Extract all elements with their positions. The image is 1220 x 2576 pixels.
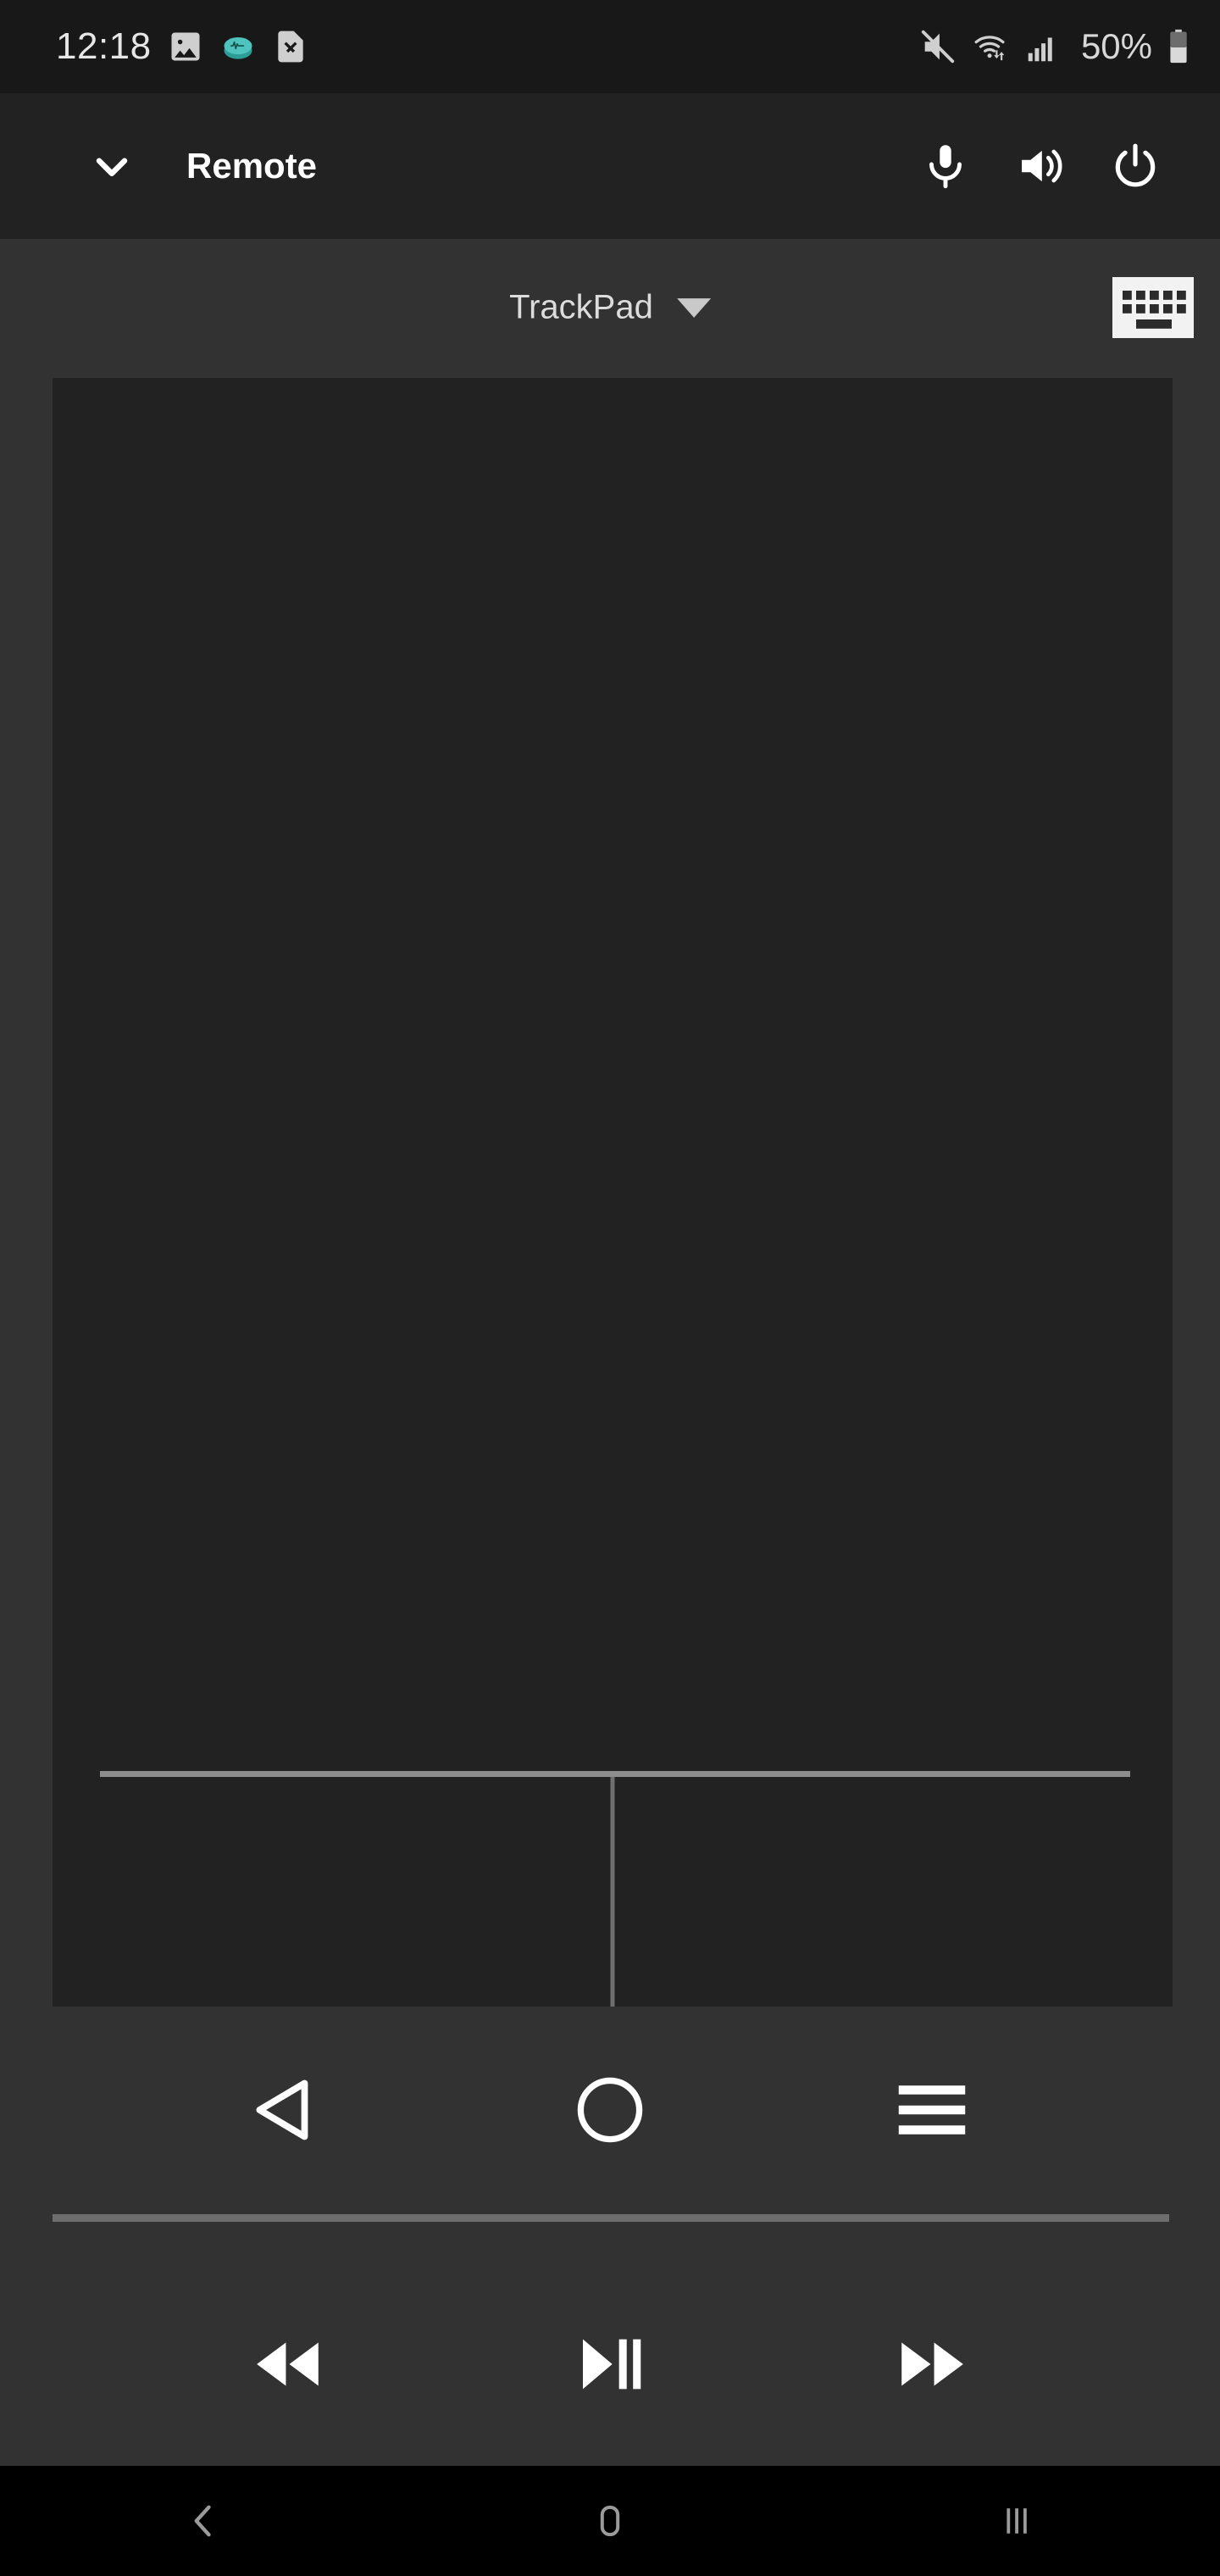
mode-dropdown[interactable]: TrackPad xyxy=(509,289,711,327)
three-bars-icon xyxy=(1006,2508,1027,2534)
status-bar-clock: 12:18 xyxy=(56,25,152,67)
media-controls xyxy=(0,2288,1220,2440)
play-pause-icon xyxy=(583,2339,641,2390)
rounded-square-icon xyxy=(600,2506,620,2536)
mode-row: TrackPad xyxy=(0,239,1220,376)
hamburger-menu-icon xyxy=(898,2085,966,2135)
back-triangle-icon xyxy=(256,2079,308,2140)
status-bar: 12:18 50% xyxy=(0,0,1220,93)
play-pause-button[interactable] xyxy=(546,2301,674,2428)
page-title: Remote xyxy=(186,146,318,186)
app-bar: Remote xyxy=(0,93,1220,239)
navigation-controls xyxy=(0,2034,1220,2186)
trackpad-panel xyxy=(53,378,1173,2007)
chevron-left-icon xyxy=(194,2505,211,2537)
system-home-button[interactable] xyxy=(542,2466,678,2576)
system-navigation-bar xyxy=(0,2466,1220,2576)
collapse-button[interactable] xyxy=(81,136,142,197)
volume-button[interactable] xyxy=(993,119,1088,214)
battery-percent-label: 50% xyxy=(1080,26,1152,66)
volume-up-icon xyxy=(1022,149,1062,183)
signal-bars-icon xyxy=(1028,37,1052,62)
rewind-icon xyxy=(257,2342,319,2386)
caret-down-icon xyxy=(676,297,711,318)
power-icon xyxy=(1115,143,1156,187)
trackpad-horizontal-divider xyxy=(100,1771,1130,1777)
fast-forward-button[interactable] xyxy=(868,2301,995,2428)
battery-icon xyxy=(1170,29,1187,64)
gallery-icon xyxy=(171,32,200,61)
rewind-button[interactable] xyxy=(225,2301,352,2428)
status-bar-right: 50% xyxy=(918,26,1191,67)
fast-forward-icon xyxy=(901,2342,963,2386)
app-bar-actions xyxy=(898,119,1183,214)
mode-dropdown-label: TrackPad xyxy=(509,288,653,326)
wifi-icon xyxy=(974,36,1005,61)
section-separator xyxy=(53,2214,1169,2222)
mute-icon xyxy=(921,30,955,64)
file-error-icon xyxy=(277,31,303,63)
trackpad-left-click-button[interactable] xyxy=(53,1777,613,2007)
keyboard-icon xyxy=(1112,277,1194,338)
trackpad-vertical-divider xyxy=(610,1777,615,2007)
microphone-icon xyxy=(929,145,962,189)
microphone-button[interactable] xyxy=(898,119,993,214)
system-back-button[interactable] xyxy=(136,2466,271,2576)
home-circle-icon xyxy=(577,2077,643,2143)
menu-button[interactable] xyxy=(868,2046,995,2174)
audio-recorder-icon xyxy=(224,37,252,59)
trackpad-surface[interactable] xyxy=(53,378,1173,1768)
status-bar-left: 12:18 xyxy=(56,25,309,68)
chevron-down-icon xyxy=(96,158,128,176)
power-button[interactable] xyxy=(1088,119,1183,214)
home-button[interactable] xyxy=(546,2046,674,2174)
back-button[interactable] xyxy=(225,2046,352,2174)
remote-app-screen: 12:18 50% Remote TrackPad xyxy=(0,0,1220,2576)
trackpad-right-click-button[interactable] xyxy=(613,1777,1173,2007)
system-recents-button[interactable] xyxy=(949,2466,1084,2576)
keyboard-button[interactable] xyxy=(1112,276,1195,339)
